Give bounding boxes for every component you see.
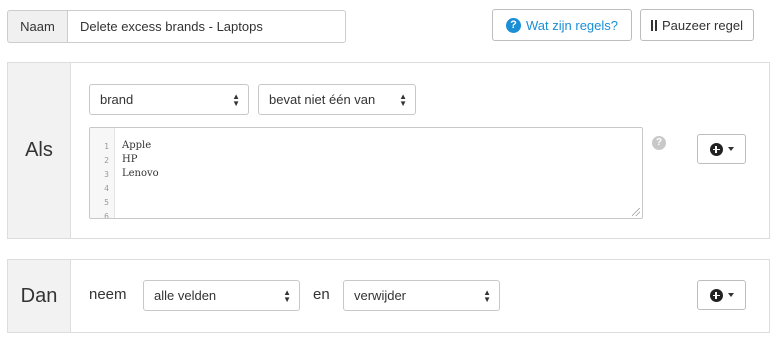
caret-down-icon bbox=[727, 147, 734, 151]
up-down-arrows-icon: ▲ ▼ bbox=[283, 287, 291, 304]
pause-rule-label: Pauzeer regel bbox=[662, 17, 743, 33]
pause-icon bbox=[651, 19, 658, 31]
action-select-value: verwijder bbox=[354, 288, 407, 303]
editor-line: Lenovo bbox=[122, 168, 159, 179]
line-number: 2 bbox=[104, 156, 109, 165]
field-select-value: brand bbox=[100, 92, 134, 107]
values-code-editor[interactable]: 1 2 3 4 5 6 Apple HP Lenovo bbox=[89, 127, 643, 219]
up-down-arrows-icon: ▲ ▼ bbox=[483, 287, 491, 304]
name-label: Naam bbox=[7, 10, 67, 43]
pause-rule-button[interactable]: Pauzeer regel bbox=[640, 9, 754, 41]
line-number: 4 bbox=[104, 184, 109, 193]
caret-down-icon bbox=[727, 293, 734, 297]
editor-line: HP bbox=[122, 154, 138, 165]
line-number: 3 bbox=[104, 170, 109, 179]
take-word: neem bbox=[89, 286, 127, 303]
question-circle-icon: ? bbox=[506, 17, 521, 33]
and-word: en bbox=[313, 286, 330, 303]
add-action-button[interactable] bbox=[697, 280, 746, 310]
what-are-rules-label: Wat zijn regels? bbox=[526, 17, 618, 33]
fields-select-value: alle velden bbox=[154, 288, 217, 303]
rule-name-input[interactable] bbox=[67, 10, 346, 43]
line-number: 6 bbox=[104, 212, 109, 219]
line-number: 1 bbox=[104, 142, 109, 151]
question-circle-icon[interactable]: ? bbox=[652, 136, 666, 150]
add-condition-button[interactable] bbox=[697, 134, 746, 164]
resize-grip-icon[interactable] bbox=[632, 208, 640, 216]
editor-line: Apple bbox=[122, 140, 152, 151]
operator-select[interactable]: bevat niet één van ▲ ▼ bbox=[258, 84, 416, 115]
condition-panel-label: Als bbox=[8, 63, 71, 238]
field-select[interactable]: brand ▲ ▼ bbox=[89, 84, 249, 115]
up-down-arrows-icon: ▲ ▼ bbox=[399, 91, 407, 108]
line-number: 5 bbox=[104, 198, 109, 207]
plus-circle-icon bbox=[709, 142, 723, 156]
plus-circle-icon bbox=[709, 288, 723, 302]
operator-select-value: bevat niet één van bbox=[269, 92, 376, 107]
action-select[interactable]: verwijder ▲ ▼ bbox=[343, 280, 500, 311]
action-panel-label: Dan bbox=[8, 260, 71, 332]
what-are-rules-button[interactable]: ? Wat zijn regels? bbox=[492, 9, 632, 41]
fields-select[interactable]: alle velden ▲ ▼ bbox=[143, 280, 300, 311]
up-down-arrows-icon: ▲ ▼ bbox=[232, 91, 240, 108]
